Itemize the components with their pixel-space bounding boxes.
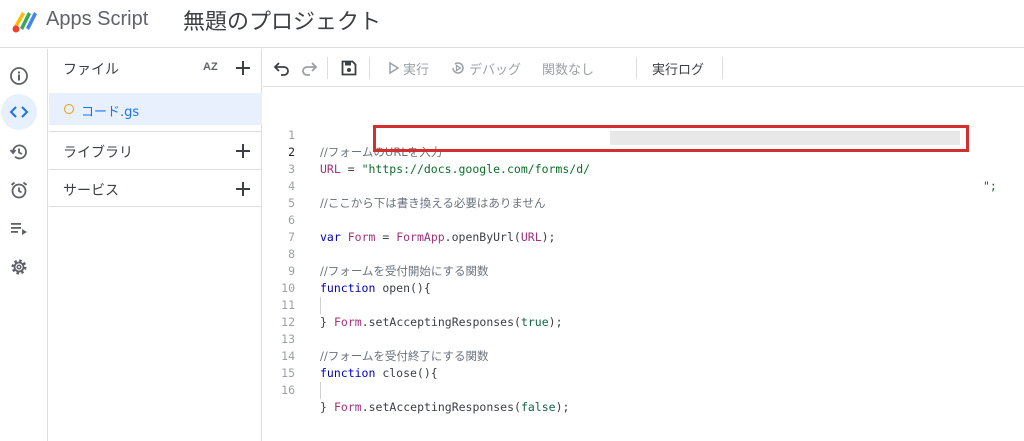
files-panel: ファイル AZ コード.gs ライブラリ サービス — [49, 49, 262, 441]
debug-icon — [452, 62, 464, 74]
add-library-icon[interactable] — [233, 141, 253, 161]
toolbar-divider — [369, 57, 370, 79]
function-select-value: 関数なし — [542, 62, 595, 78]
code-line: 10 Form.setAcceptingResponses(true); — [263, 263, 1024, 329]
undo-button[interactable] — [273, 57, 291, 79]
save-icon — [341, 60, 357, 76]
triggers-history-button[interactable] — [4, 137, 34, 167]
debug-label: デバッグ — [469, 62, 522, 78]
triggers-button[interactable] — [4, 175, 34, 205]
left-rail — [0, 49, 48, 441]
app-header: Apps Script 無題のプロジェクト — [0, 0, 1024, 48]
editor-toolbar: 実行 デバッグ 関数なし 実行ログ — [263, 49, 1024, 87]
file-item[interactable]: コード.gs — [49, 93, 262, 125]
redo-icon — [302, 62, 318, 76]
editor-button[interactable] — [1, 94, 37, 130]
code-line: 8 //フォームを受付開始にする関数 — [263, 229, 1024, 278]
file-status-icon — [64, 104, 74, 114]
libraries-label: ライブラリ — [63, 145, 133, 161]
alarm-icon — [10, 181, 28, 199]
code-line: 16 } — [263, 365, 1024, 414]
code-line: 15 Form.setAcceptingResponses(false); — [263, 348, 1024, 414]
redo-button[interactable] — [300, 57, 318, 79]
project-title[interactable]: 無題のプロジェクト — [183, 4, 381, 36]
run-label: 実行 — [403, 62, 430, 78]
line-number: 16 — [281, 383, 295, 397]
file-name: コード.gs — [81, 105, 140, 120]
toolbar-divider — [636, 57, 637, 79]
app-name: Apps Script — [46, 8, 149, 30]
files-title: ファイル — [63, 62, 119, 78]
code-text: } — [320, 400, 327, 414]
overview-button[interactable] — [4, 61, 34, 91]
indent-guide — [320, 382, 321, 399]
files-header: ファイル AZ — [49, 49, 262, 87]
code-line: 14 function close(){ — [263, 331, 1024, 380]
code-icon — [9, 106, 29, 118]
code-line: 7 — [263, 212, 1024, 244]
sort-az-icon[interactable]: AZ — [202, 58, 224, 80]
play-icon — [389, 61, 400, 75]
services-section[interactable]: サービス — [49, 169, 262, 207]
add-service-icon[interactable] — [233, 179, 253, 199]
run-button[interactable]: 実行 — [388, 57, 429, 79]
execution-log-label: 実行ログ — [652, 62, 705, 78]
code-line: 5 — [263, 178, 1024, 210]
code-line: 9 function open(){ — [263, 246, 1024, 295]
save-button[interactable] — [340, 57, 358, 79]
executions-icon — [11, 223, 27, 235]
code-line: 11 } — [263, 280, 1024, 329]
undo-icon — [273, 62, 289, 76]
add-file-icon[interactable] — [233, 58, 253, 78]
libraries-section[interactable]: ライブラリ — [49, 131, 262, 169]
code-line: 13 //フォームを受付終了にする関数 — [263, 314, 1024, 363]
history-icon — [9, 144, 27, 160]
function-select[interactable]: 関数なし — [542, 57, 594, 79]
code-line: 6 var Form = FormApp.openByUrl(URL); — [263, 195, 1024, 244]
info-icon — [10, 67, 28, 85]
toolbar-divider — [327, 57, 328, 79]
code-text: Form.setAcceptingResponses(false); — [334, 400, 570, 414]
services-label: サービス — [63, 183, 119, 199]
debug-button[interactable]: デバッグ — [450, 57, 521, 79]
apps-script-logo-icon[interactable] — [10, 6, 40, 34]
toolbar-divider — [722, 57, 723, 79]
settings-button[interactable] — [4, 252, 34, 282]
execution-log-button[interactable]: 実行ログ — [652, 57, 704, 79]
code-line: 4 //ここから下は書き換える必要はありません — [263, 161, 1024, 210]
settings-icon — [11, 259, 27, 275]
url-highlight-box — [373, 125, 969, 152]
executions-button[interactable] — [4, 213, 34, 243]
code-line: 12 — [263, 297, 1024, 329]
